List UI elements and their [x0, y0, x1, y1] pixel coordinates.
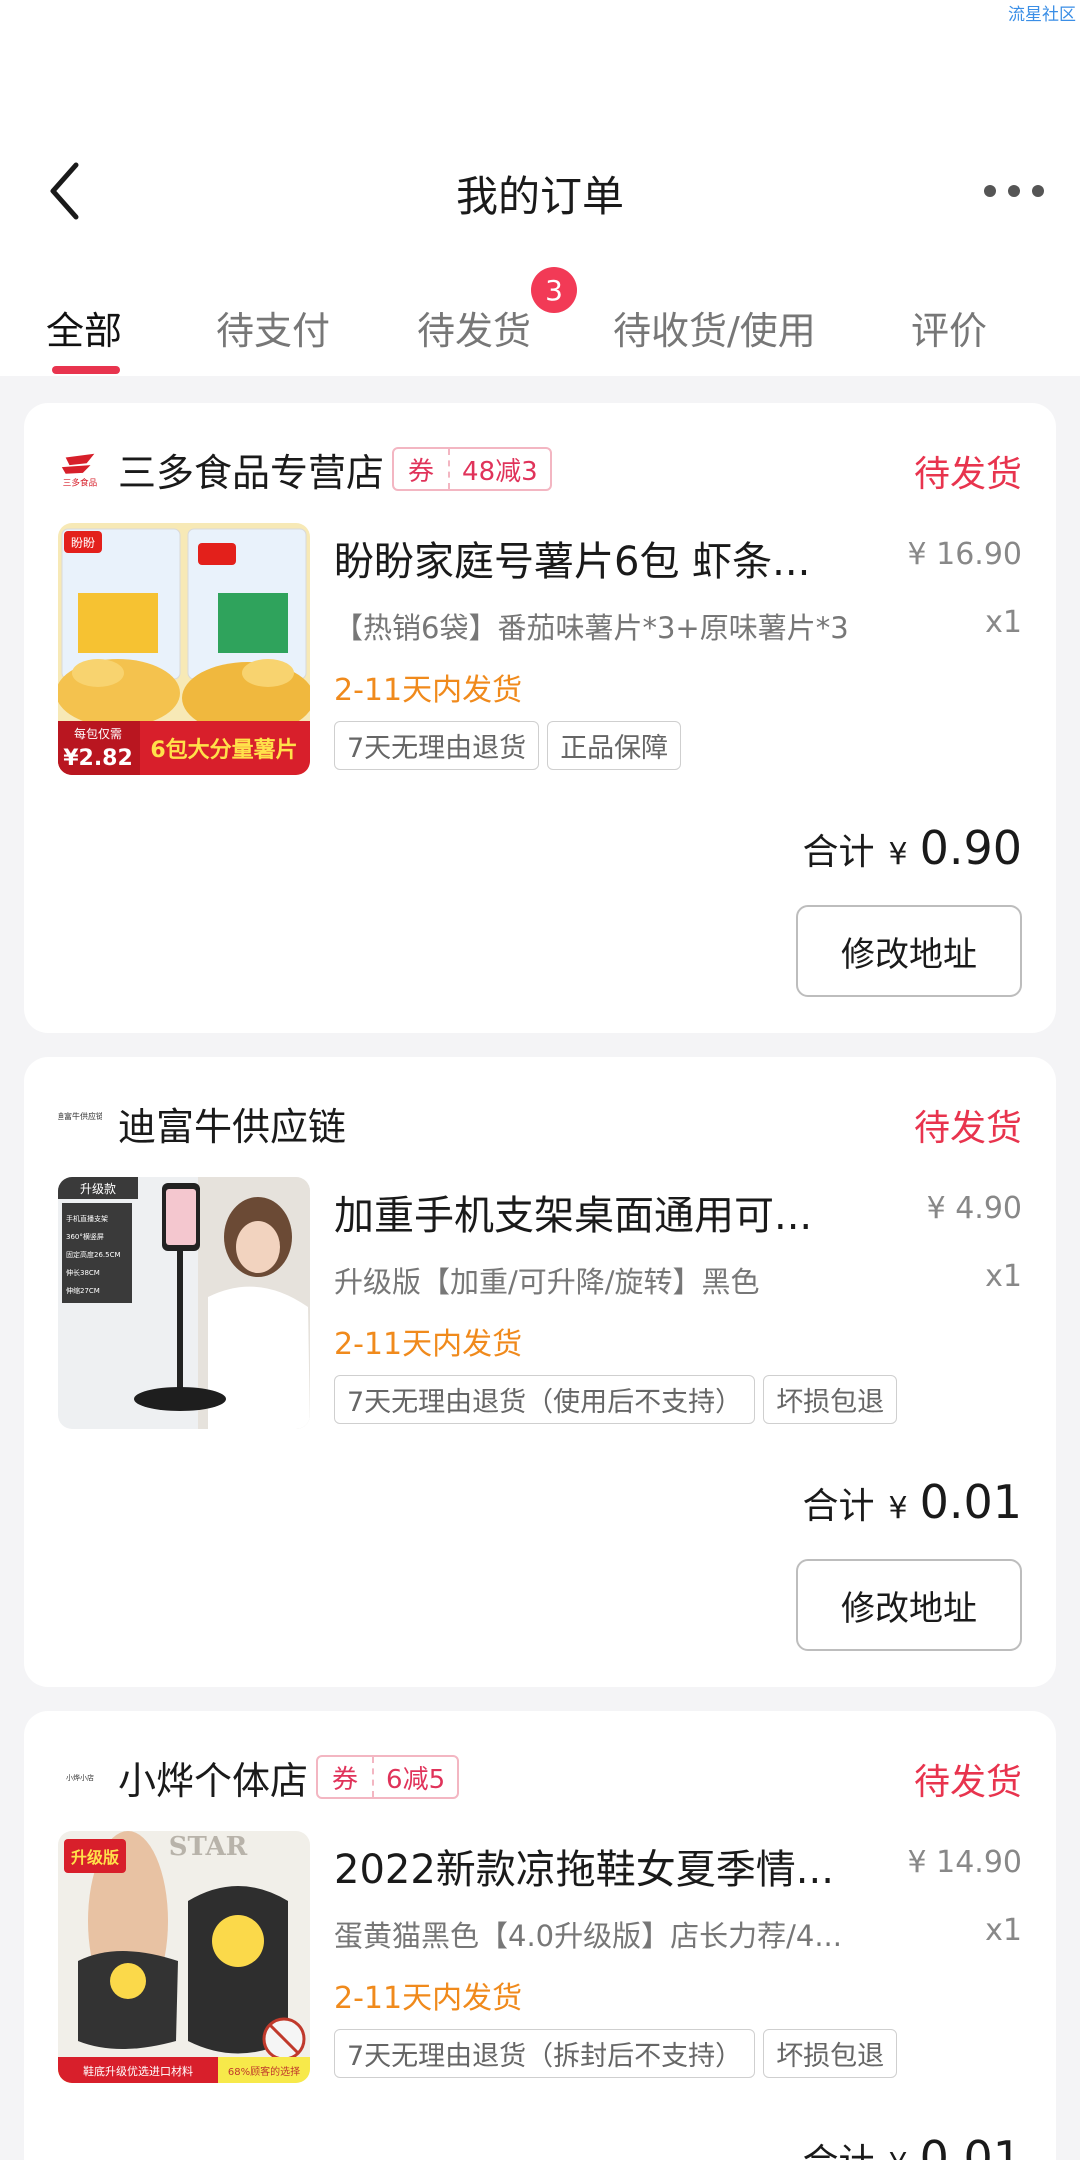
shop-name[interactable]: 三多食品专营店: [118, 442, 384, 497]
page-title: 我的订单: [455, 172, 624, 221]
total-value: 0.90: [919, 821, 1022, 875]
shop-name[interactable]: 迪富牛供应链: [118, 1096, 346, 1151]
service-tag: 坏损包退: [763, 1375, 898, 1424]
coupon-tag: 券: [394, 449, 451, 489]
shop-logo-icon: 迪富牛供应链: [58, 1101, 102, 1145]
sanduo-logo-icon: 三多食品: [61, 453, 97, 488]
product-quantity: x1: [985, 1259, 1022, 1294]
more-dot-icon: [984, 185, 996, 197]
total-currency: ¥: [888, 1491, 908, 1526]
more-dot-icon: [1032, 185, 1044, 197]
product-image[interactable]: 升级款 手机直播支架 360°横竖屏 固定高度26.5CM 伸长38CM 伸缩2…: [58, 1177, 310, 1429]
tab-pending-shipment[interactable]: 待发货: [417, 300, 531, 355]
product-quantity: x1: [985, 1913, 1022, 1948]
order-total: 合计 ¥ 0.01: [802, 2131, 1022, 2160]
order-status: 待发货: [913, 454, 1022, 495]
coupon-badge[interactable]: 券 48减3: [392, 447, 552, 491]
svg-text:伸缩27CM: 伸缩27CM: [66, 1286, 100, 1295]
order-card-header: 小烨小店 小烨个体店 券 6减5 待发货: [58, 1751, 1022, 1803]
order-total: 合计 ¥ 0.01: [802, 1475, 1022, 1529]
svg-text:三多食品: 三多食品: [63, 476, 97, 488]
service-tag: 坏损包退: [763, 2029, 898, 2078]
shipping-time: 2-11天内发货: [334, 673, 523, 708]
product-price: ¥ 4.90: [926, 1191, 1022, 1226]
tab-review[interactable]: 评价: [911, 300, 987, 355]
shop-logo-icon: 小烨小店: [58, 1755, 102, 1799]
active-tab-indicator: [52, 366, 120, 374]
svg-text:68%顾客的选择: 68%顾客的选择: [228, 2065, 300, 2078]
service-tags: 7天无理由退货（拆封后不支持） 坏损包退: [334, 2029, 898, 2078]
service-tag: 7天无理由退货（拆封后不支持）: [334, 2029, 756, 2078]
service-tags: 7天无理由退货（使用后不支持） 坏损包退: [334, 1375, 898, 1424]
svg-text:升级版: 升级版: [71, 1848, 119, 1867]
product-price: ¥ 14.90: [907, 1845, 1022, 1880]
coupon-value: 6减5: [386, 1764, 446, 1795]
service-tag: 7天无理由退货: [334, 721, 540, 770]
svg-text:STAR: STAR: [169, 1832, 248, 1862]
order-card: 三多食品 三多食品专营店 券 48减3 待发货 盼盼 每包仅需 ¥2.82 6包…: [24, 403, 1056, 1033]
phone-stand-product-image: 升级款 手机直播支架 360°横竖屏 固定高度26.5CM 伸长38CM 伸缩2…: [58, 1177, 310, 1429]
coupon-badge[interactable]: 券 6减5: [316, 1755, 460, 1799]
svg-text:360°横竖屏: 360°横竖屏: [66, 1232, 104, 1241]
svg-text:盼盼: 盼盼: [71, 536, 95, 550]
slipper-product-image: STAR 升级版 鞋底升级优选进口材料 68%顾客的选择: [58, 1831, 310, 2083]
order-status: 待发货: [913, 1108, 1022, 1149]
product-image[interactable]: STAR 升级版 鞋底升级优选进口材料 68%顾客的选择: [58, 1831, 310, 2083]
product-image[interactable]: 盼盼 每包仅需 ¥2.82 6包大分量薯片: [58, 523, 310, 775]
svg-text:小烨小店: 小烨小店: [66, 1773, 94, 1782]
product-title[interactable]: 加重手机支架桌面通用可...: [334, 1183, 844, 1241]
svg-text:¥2.82: ¥2.82: [63, 746, 133, 771]
svg-text:手机直播支架: 手机直播支架: [66, 1214, 108, 1223]
tab-pending-receipt[interactable]: 待收货/使用: [613, 300, 816, 355]
pending-shipment-count-badge: 3: [531, 267, 577, 313]
shop-logo[interactable]: 迪富牛供应链: [58, 1101, 102, 1145]
total-label: 合计: [802, 1486, 875, 1527]
shipping-time: 2-11天内发货: [334, 1327, 523, 1362]
total-currency: ¥: [888, 2147, 907, 2160]
change-address-button[interactable]: 修改地址: [796, 1559, 1022, 1651]
more-dot-icon: [1008, 185, 1020, 197]
watermark: 流星社区: [1008, 5, 1076, 25]
product-quantity: x1: [985, 605, 1022, 640]
service-tag: 7天无理由退货（使用后不支持）: [334, 1375, 756, 1424]
total-currency: ¥: [888, 837, 908, 872]
shop-logo[interactable]: 小烨小店: [58, 1755, 102, 1799]
product-price: ¥ 16.90: [907, 537, 1022, 572]
more-options-button[interactable]: [984, 176, 1044, 206]
order-card: 小烨小店 小烨个体店 券 6减5 待发货 STAR 升级版 鞋底升级优选进口材料…: [24, 1711, 1056, 2160]
total-value: 0.01: [919, 1475, 1022, 1529]
chips-product-image: 盼盼 每包仅需 ¥2.82 6包大分量薯片: [58, 523, 310, 775]
service-tags: 7天无理由退货 正品保障: [334, 721, 682, 770]
order-card: 迪富牛供应链 迪富牛供应链 待发货 升级款 手机直播支架 360°横竖屏 固定高…: [24, 1057, 1056, 1687]
product-title[interactable]: 2022新款凉拖鞋女夏季情...: [334, 1837, 844, 1895]
shipping-time: 2-11天内发货: [334, 1981, 523, 2016]
service-tag: 正品保障: [547, 721, 682, 770]
tab-pending-payment[interactable]: 待支付: [216, 300, 330, 355]
total-value: 0.01: [919, 2131, 1022, 2160]
shop-logo[interactable]: 三多食品: [58, 447, 102, 491]
product-spec: 【热销6袋】番茄味薯片*3+原味薯片*3: [334, 611, 849, 645]
total-label: 合计: [802, 832, 875, 873]
svg-text:鞋底升级优选进口材料: 鞋底升级优选进口材料: [83, 2064, 193, 2078]
change-address-button[interactable]: 修改地址: [796, 905, 1022, 997]
svg-text:升级款: 升级款: [80, 1182, 116, 1196]
svg-text:每包仅需: 每包仅需: [74, 726, 122, 741]
svg-text:伸长38CM: 伸长38CM: [66, 1268, 100, 1277]
svg-text:迪富牛供应链: 迪富牛供应链: [58, 1111, 102, 1121]
order-status: 待发货: [913, 1762, 1022, 1803]
svg-text:固定高度26.5CM: 固定高度26.5CM: [66, 1250, 121, 1259]
coupon-value: 48减3: [462, 456, 538, 487]
total-label: 合计: [802, 2133, 874, 2160]
order-card-header: 迪富牛供应链 迪富牛供应链 待发货: [58, 1097, 1022, 1149]
product-spec: 蛋黄猫黑色【4.0升级版】店长力荐/4...: [334, 1919, 842, 1953]
product-title[interactable]: 盼盼家庭号薯片6包 虾条...: [334, 529, 844, 587]
tab-all[interactable]: 全部: [46, 300, 122, 355]
header-area: 流星社区 我的订单 全部 待支付 待发货 待收货/使用 评价 3: [0, 0, 1080, 376]
shop-name[interactable]: 小烨个体店: [118, 1750, 308, 1805]
order-card-header: 三多食品 三多食品专营店 券 48减3 待发货: [58, 443, 1022, 495]
product-spec: 升级版【加重/可升降/旋转】黑色: [334, 1265, 760, 1299]
coupon-tag: 券: [318, 1757, 375, 1797]
order-total: 合计 ¥ 0.90: [802, 821, 1022, 875]
svg-text:6包大分量薯片: 6包大分量薯片: [150, 737, 297, 763]
